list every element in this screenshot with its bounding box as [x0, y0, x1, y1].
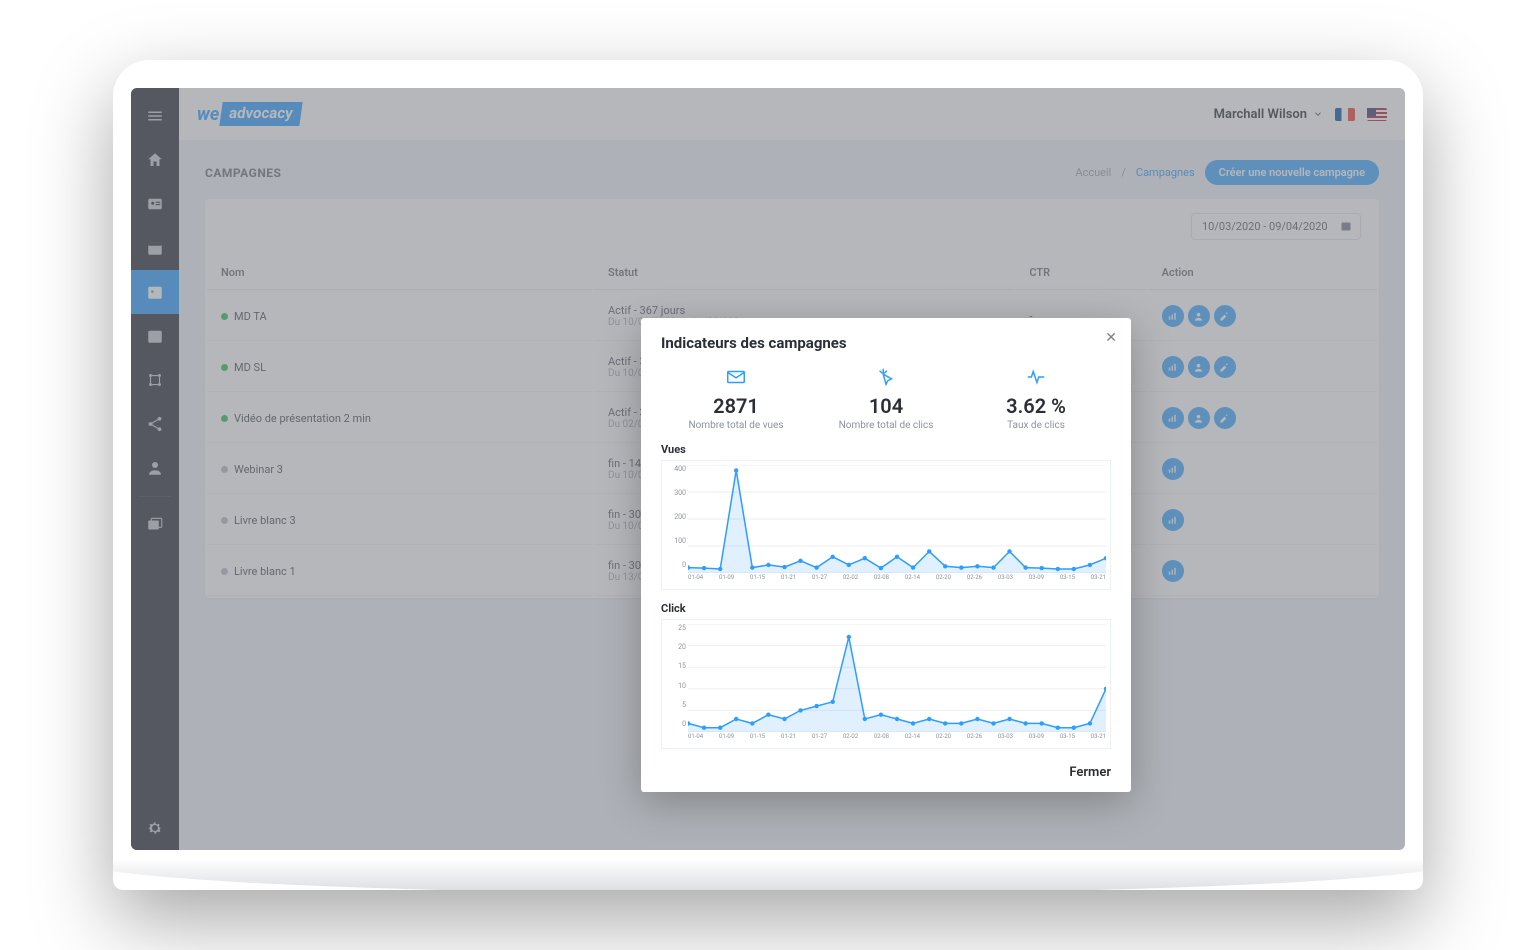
y-axis: 4003002001000	[664, 461, 686, 573]
modal-title: Indicateurs des campagnes	[661, 334, 1111, 352]
indicators-modal: Indicateurs des campagnes ✕ 2871Nombre t…	[641, 318, 1131, 792]
stat-pulse: 3.62 % Taux de clics	[961, 366, 1111, 431]
laptop-base	[113, 860, 1423, 890]
click-icon	[811, 366, 961, 392]
chart-plot	[688, 624, 1106, 732]
y-axis: 2520151050	[664, 620, 686, 732]
chart1-title: Vues	[661, 443, 1111, 456]
x-axis: 01-0401-0901-1501-2101-2702-0202-0802-14…	[688, 733, 1106, 747]
stat-value: 104	[811, 394, 961, 418]
stat-label: Nombre total de clics	[811, 420, 961, 431]
main: we advocacy Marchall Wilson CAMPAGNES Ac…	[179, 88, 1405, 850]
stat-value: 2871	[661, 394, 811, 418]
stat-envelope: 2871 Nombre total de vues	[661, 366, 811, 431]
stat-click: 104 Nombre total de clics	[811, 366, 961, 431]
app-screen: we advocacy Marchall Wilson CAMPAGNES Ac…	[131, 88, 1405, 850]
envelope-icon	[661, 366, 811, 392]
close-button[interactable]: Fermer	[661, 765, 1111, 780]
stat-label: Taux de clics	[961, 420, 1111, 431]
chart-vues: 400300200100001-0401-0901-1501-2101-2702…	[661, 460, 1111, 590]
chart-plot	[688, 465, 1106, 573]
x-axis: 01-0401-0901-1501-2101-2702-0202-0802-14…	[688, 574, 1106, 588]
close-icon[interactable]: ✕	[1105, 330, 1117, 346]
chart-click: 252015105001-0401-0901-1501-2101-2702-02…	[661, 619, 1111, 749]
laptop-frame: we advocacy Marchall Wilson CAMPAGNES Ac…	[113, 60, 1423, 890]
pulse-icon	[961, 366, 1111, 392]
stat-value: 3.62 %	[961, 394, 1111, 418]
chart2-title: Click	[661, 602, 1111, 615]
stat-label: Nombre total de vues	[661, 420, 811, 431]
